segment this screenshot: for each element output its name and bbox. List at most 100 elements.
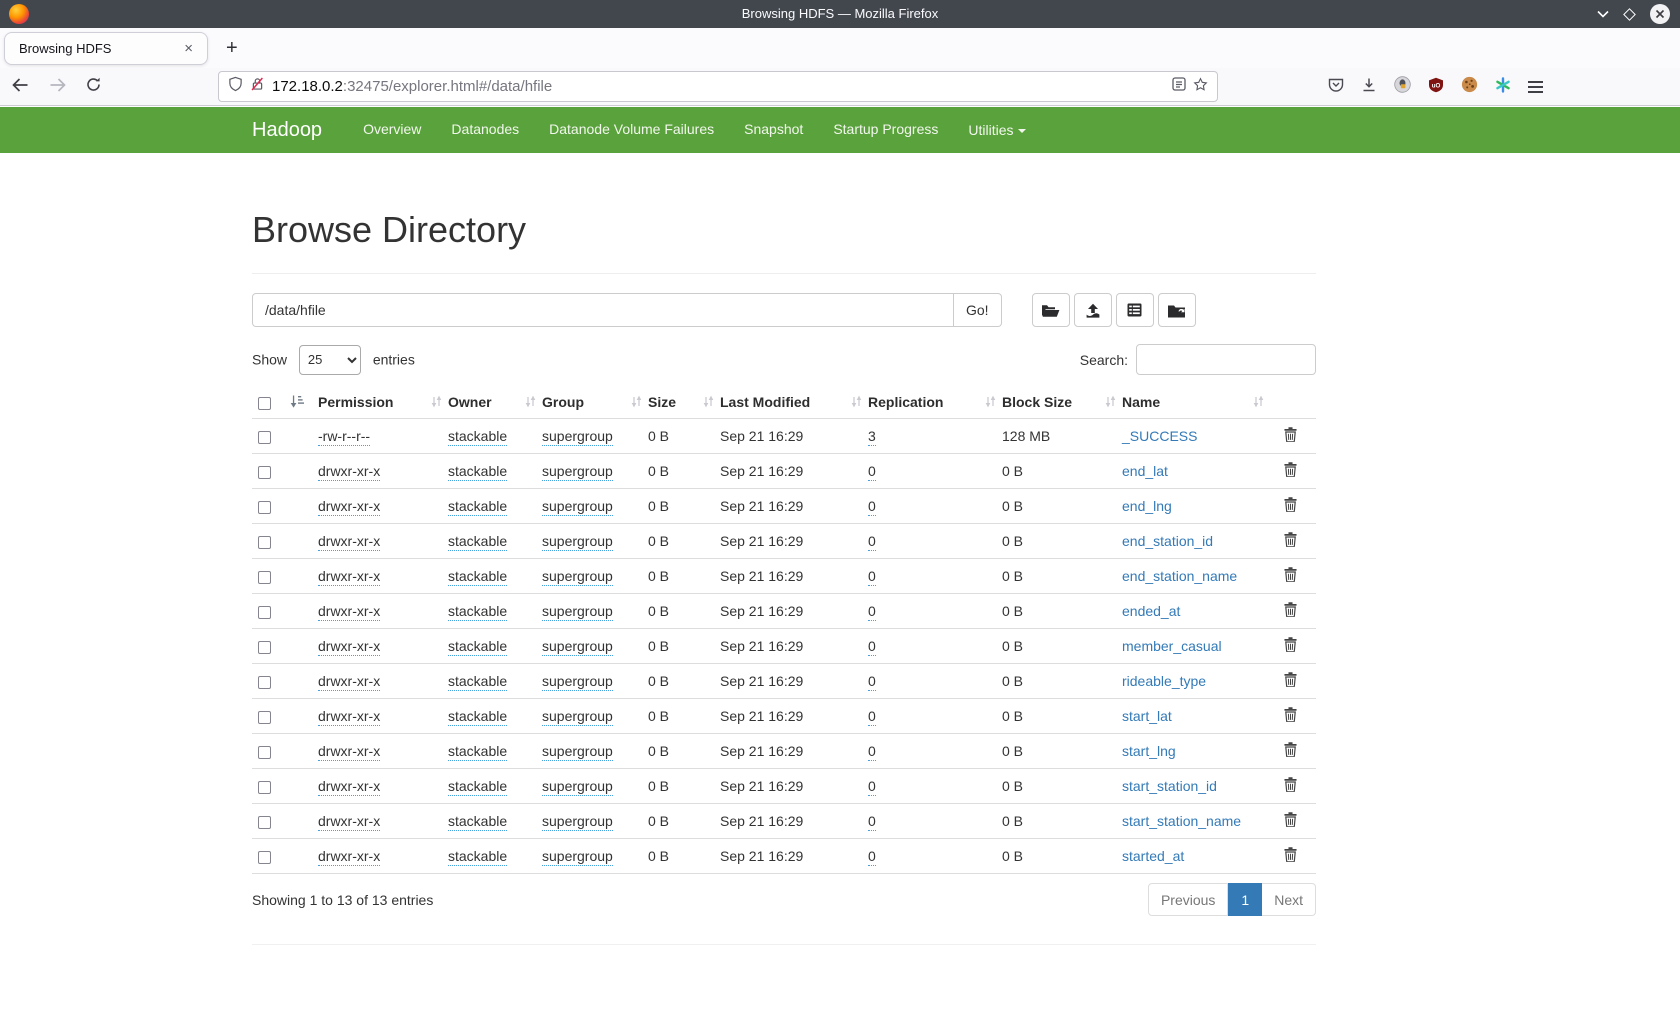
group-cell[interactable]: supergroup xyxy=(542,813,613,831)
row-checkbox[interactable] xyxy=(258,711,271,724)
nav-item-overview[interactable]: Overview xyxy=(348,121,436,137)
owner-cell[interactable]: stackable xyxy=(448,638,507,656)
replication-cell[interactable]: 0 xyxy=(868,638,876,656)
reload-icon[interactable] xyxy=(86,77,101,97)
upload-files-button[interactable] xyxy=(1074,293,1112,327)
owner-cell[interactable]: stackable xyxy=(448,848,507,866)
nav-item-datanodes[interactable]: Datanodes xyxy=(436,121,534,137)
trash-icon[interactable] xyxy=(1284,637,1297,655)
col-name[interactable]: Name xyxy=(1122,387,1270,419)
directory-path-input[interactable] xyxy=(252,293,954,327)
trash-icon[interactable] xyxy=(1284,812,1297,830)
file-link[interactable]: start_station_name xyxy=(1122,813,1241,829)
trash-icon[interactable] xyxy=(1284,847,1297,865)
file-link[interactable]: start_lat xyxy=(1122,708,1172,724)
permission-cell[interactable]: drwxr-xr-x xyxy=(318,743,380,761)
tab-close-icon[interactable]: × xyxy=(180,39,197,58)
group-cell[interactable]: supergroup xyxy=(542,568,613,586)
permission-cell[interactable]: drwxr-xr-x xyxy=(318,498,380,516)
insecure-lock-icon[interactable] xyxy=(250,76,265,97)
owner-cell[interactable]: stackable xyxy=(448,463,507,481)
downloads-icon[interactable] xyxy=(1361,77,1377,98)
sort-active-icon[interactable] xyxy=(290,395,304,411)
back-icon[interactable] xyxy=(12,78,29,97)
row-checkbox[interactable] xyxy=(258,816,271,829)
permission-cell[interactable]: drwxr-xr-x xyxy=(318,638,380,656)
file-link[interactable]: start_station_id xyxy=(1122,778,1217,794)
replication-cell[interactable]: 0 xyxy=(868,813,876,831)
menu-icon[interactable] xyxy=(1528,78,1543,95)
permission-cell[interactable]: drwxr-xr-x xyxy=(318,603,380,621)
trash-icon[interactable] xyxy=(1284,567,1297,585)
owner-cell[interactable]: stackable xyxy=(448,708,507,726)
col-block-size[interactable]: Block Size xyxy=(1002,387,1122,419)
trash-icon[interactable] xyxy=(1284,497,1297,515)
pocket-icon[interactable] xyxy=(1328,77,1344,97)
browser-tab[interactable]: Browsing HDFS × xyxy=(4,32,208,65)
col-last-modified[interactable]: Last Modified xyxy=(720,387,868,419)
owner-cell[interactable]: stackable xyxy=(448,603,507,621)
group-cell[interactable]: supergroup xyxy=(542,498,613,516)
group-cell[interactable]: supergroup xyxy=(542,428,613,446)
forward-icon[interactable] xyxy=(49,78,66,97)
row-checkbox[interactable] xyxy=(258,536,271,549)
file-link[interactable]: member_casual xyxy=(1122,638,1222,654)
window-maximize-icon[interactable] xyxy=(1623,8,1636,21)
trash-icon[interactable] xyxy=(1284,427,1297,445)
file-link[interactable]: rideable_type xyxy=(1122,673,1206,689)
row-checkbox[interactable] xyxy=(258,746,271,759)
replication-cell[interactable]: 0 xyxy=(868,568,876,586)
permission-cell[interactable]: drwxr-xr-x xyxy=(318,533,380,551)
row-checkbox[interactable] xyxy=(258,781,271,794)
trash-icon[interactable] xyxy=(1284,462,1297,480)
new-tab-button[interactable]: + xyxy=(220,36,244,60)
extension-asterisk-icon[interactable] xyxy=(1495,77,1511,98)
nav-item-datanode-volume-failures[interactable]: Datanode Volume Failures xyxy=(534,121,729,137)
set-quota-button[interactable] xyxy=(1116,293,1154,327)
reader-mode-icon[interactable] xyxy=(1172,77,1186,96)
create-directory-button[interactable] xyxy=(1032,293,1070,327)
file-link[interactable]: ended_at xyxy=(1122,603,1180,619)
select-all-checkbox[interactable] xyxy=(258,397,271,410)
bookmark-star-icon[interactable] xyxy=(1193,77,1208,97)
row-checkbox[interactable] xyxy=(258,501,271,514)
file-link[interactable]: end_station_name xyxy=(1122,568,1237,584)
group-cell[interactable]: supergroup xyxy=(542,673,613,691)
group-cell[interactable]: supergroup xyxy=(542,463,613,481)
trash-icon[interactable] xyxy=(1284,777,1297,795)
group-cell[interactable]: supergroup xyxy=(542,533,613,551)
group-cell[interactable]: supergroup xyxy=(542,638,613,656)
col-owner[interactable]: Owner xyxy=(448,387,542,419)
file-link[interactable]: started_at xyxy=(1122,848,1184,864)
navbar-brand[interactable]: Hadoop xyxy=(252,119,322,142)
file-link[interactable]: start_lng xyxy=(1122,743,1176,759)
trash-icon[interactable] xyxy=(1284,672,1297,690)
window-close-icon[interactable] xyxy=(1650,4,1670,24)
replication-cell[interactable]: 0 xyxy=(868,498,876,516)
permission-cell[interactable]: drwxr-xr-x xyxy=(318,778,380,796)
owner-cell[interactable]: stackable xyxy=(448,743,507,761)
col-replication[interactable]: Replication xyxy=(868,387,1002,419)
pagination-page-1[interactable]: 1 xyxy=(1228,883,1262,916)
replication-cell[interactable]: 0 xyxy=(868,743,876,761)
trash-icon[interactable] xyxy=(1284,707,1297,725)
permission-cell[interactable]: drwxr-xr-x xyxy=(318,673,380,691)
replication-cell[interactable]: 0 xyxy=(868,848,876,866)
trash-icon[interactable] xyxy=(1284,532,1297,550)
permission-cell[interactable]: drwxr-xr-x xyxy=(318,463,380,481)
tracking-shield-icon[interactable] xyxy=(228,76,243,97)
row-checkbox[interactable] xyxy=(258,431,271,444)
group-cell[interactable]: supergroup xyxy=(542,743,613,761)
owner-cell[interactable]: stackable xyxy=(448,498,507,516)
row-checkbox[interactable] xyxy=(258,571,271,584)
col-permission[interactable]: Permission xyxy=(318,387,448,419)
url-bar[interactable]: 172.18.0.2:32475/explorer.html#/data/hfi… xyxy=(218,71,1218,102)
row-checkbox[interactable] xyxy=(258,641,271,654)
go-button[interactable]: Go! xyxy=(954,293,1002,327)
replication-cell[interactable]: 0 xyxy=(868,533,876,551)
replication-cell[interactable]: 0 xyxy=(868,603,876,621)
replication-cell[interactable]: 0 xyxy=(868,708,876,726)
owner-cell[interactable]: stackable xyxy=(448,428,507,446)
owner-cell[interactable]: stackable xyxy=(448,778,507,796)
permission-cell[interactable]: drwxr-xr-x xyxy=(318,568,380,586)
